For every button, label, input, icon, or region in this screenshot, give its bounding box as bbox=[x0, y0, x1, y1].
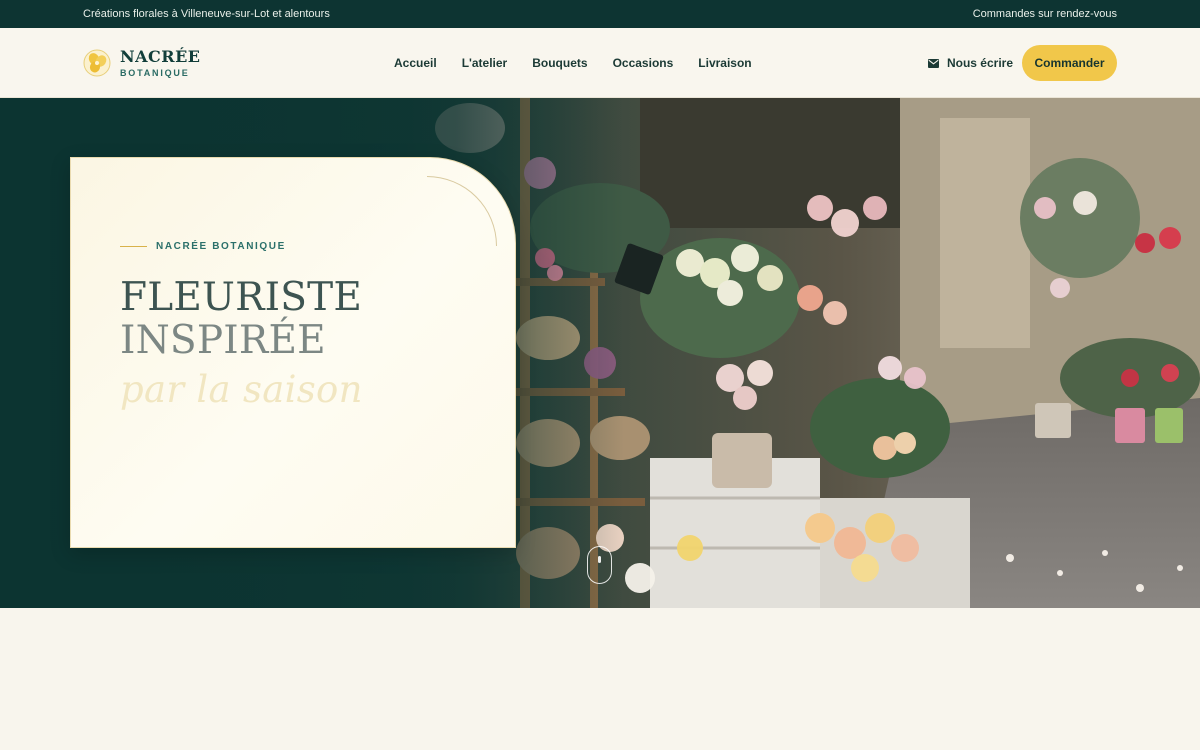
nav-item-bouquets[interactable]: Bouquets bbox=[532, 56, 587, 70]
hero-title-line1: FLEURISTE bbox=[120, 275, 363, 320]
hero-eyebrow: NACRÉE BOTANIQUE bbox=[120, 241, 286, 252]
brand-home-link[interactable]: NACRÉE BOTANIQUE bbox=[83, 45, 200, 81]
announcement-bar: Créations florales à Villeneuve-sur-Lot … bbox=[0, 0, 1200, 28]
nav-item-livraison[interactable]: Livraison bbox=[698, 56, 751, 70]
brand-name: NACRÉE bbox=[120, 46, 201, 66]
flower-logo-icon bbox=[83, 49, 111, 77]
site-header: NACRÉE BOTANIQUE Accueil L'atelier Bouqu… bbox=[0, 28, 1200, 98]
mail-icon bbox=[927, 58, 939, 68]
scroll-wheel-dot bbox=[598, 556, 601, 563]
scroll-mouse-icon[interactable] bbox=[587, 546, 612, 584]
header-actions: Nous écrire Commander bbox=[927, 45, 1117, 81]
nav-item-occasions[interactable]: Occasions bbox=[613, 56, 674, 70]
announcement-right-text: Commandes sur rendez-vous bbox=[972, 8, 1117, 20]
nav-item-accueil[interactable]: Accueil bbox=[394, 56, 437, 70]
hero-title-line2: INSPIRÉE bbox=[120, 318, 326, 363]
hero-eyebrow-text: NACRÉE BOTANIQUE bbox=[156, 241, 286, 252]
hero-title-line3: par la saison bbox=[120, 368, 363, 411]
eyebrow-divider bbox=[120, 246, 147, 247]
order-button[interactable]: Commander bbox=[1022, 45, 1117, 81]
hero-section: NACRÉE BOTANIQUE FLEURISTE INSPIRÉE par … bbox=[0, 98, 1200, 608]
announcement-left-text: Créations florales à Villeneuve-sur-Lot … bbox=[83, 8, 330, 20]
nav-item-atelier[interactable]: L'atelier bbox=[462, 56, 508, 70]
hero-intro-card: NACRÉE BOTANIQUE FLEURISTE INSPIRÉE par … bbox=[70, 157, 516, 548]
hero-title: FLEURISTE INSPIRÉE par la saison bbox=[120, 276, 363, 411]
decorative-arc bbox=[427, 176, 497, 246]
brand-tagline: BOTANIQUE bbox=[120, 67, 190, 78]
main-navigation: Accueil L'atelier Bouquets Occasions Liv… bbox=[394, 28, 752, 98]
contact-link[interactable]: Nous écrire bbox=[927, 56, 1013, 70]
contact-label: Nous écrire bbox=[946, 56, 1013, 70]
